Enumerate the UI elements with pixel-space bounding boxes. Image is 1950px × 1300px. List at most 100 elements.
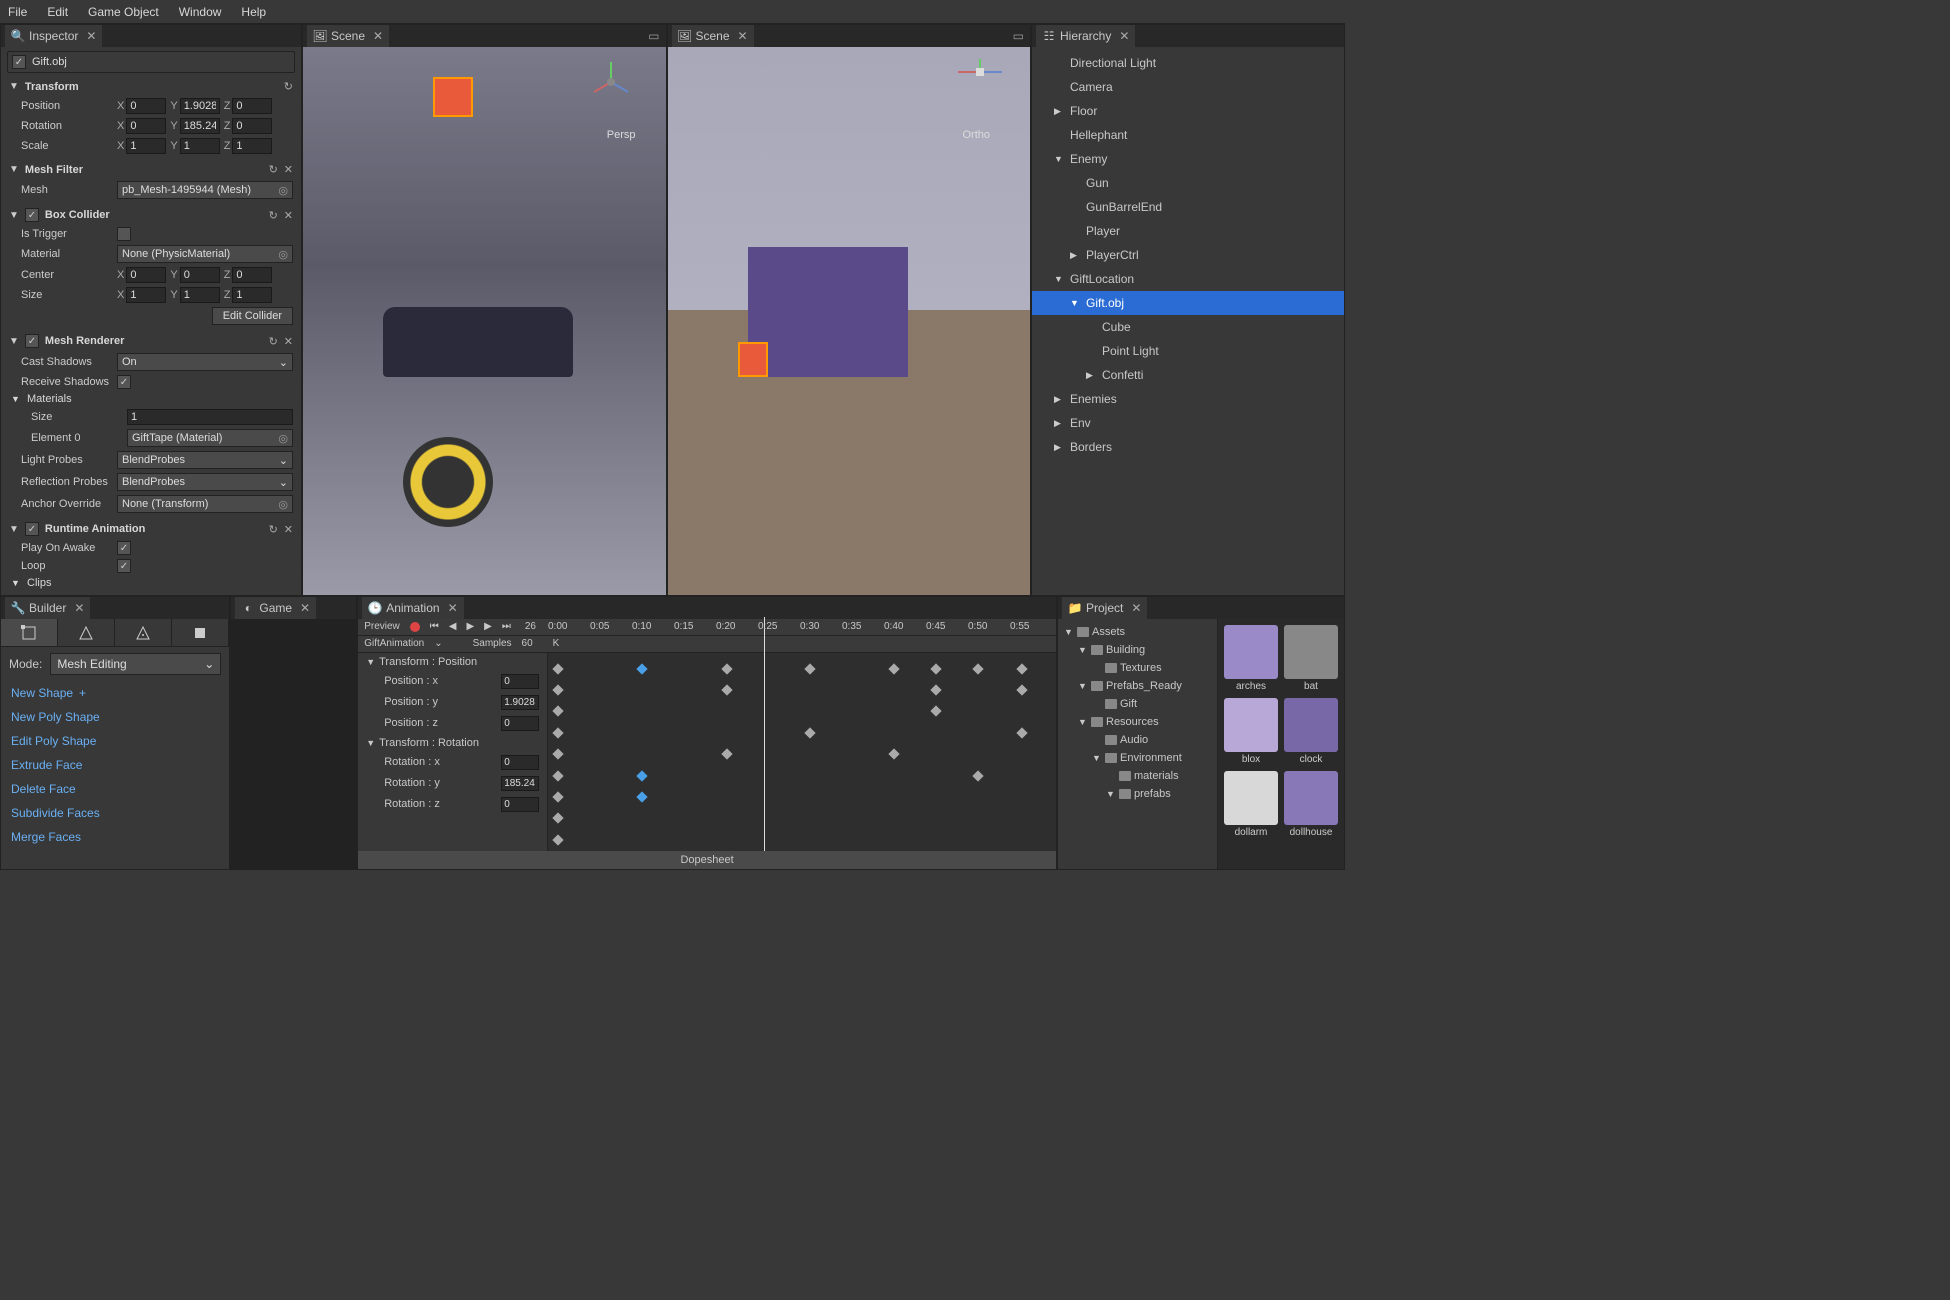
pos-z-track[interactable]: Position : z — [358, 713, 547, 734]
is-trigger-checkbox[interactable] — [117, 227, 131, 241]
skip-start-icon[interactable]: ⏮ — [430, 621, 439, 632]
hierarchy-item[interactable]: ▶Borders — [1032, 435, 1344, 459]
record-button[interactable] — [410, 622, 420, 632]
asset-item[interactable]: arches — [1224, 625, 1278, 692]
close-icon[interactable]: ✕ — [74, 601, 84, 615]
builder-action[interactable]: New Poly Shape — [1, 705, 229, 729]
time-tick[interactable]: 0:45 — [924, 621, 966, 632]
time-tick[interactable]: 0:40 — [882, 621, 924, 632]
hierarchy-item[interactable]: Gun — [1032, 171, 1344, 195]
asset-item[interactable]: blox — [1224, 698, 1278, 765]
face-tool[interactable] — [115, 619, 172, 646]
close-icon[interactable]: ✕ — [448, 601, 458, 615]
box-collider-enabled[interactable]: ✓ — [25, 208, 39, 222]
project-folder[interactable]: materials — [1058, 767, 1217, 785]
cast-shadows-dropdown[interactable]: On⌄ — [117, 353, 293, 371]
chevron-icon[interactable]: ▼ — [1064, 627, 1074, 637]
builder-action[interactable]: Extrude Face — [1, 753, 229, 777]
close-icon[interactable]: ✕ — [300, 601, 310, 615]
chevron-down-icon[interactable]: ▼ — [11, 578, 21, 588]
hierarchy-item[interactable]: ▶Floor — [1032, 99, 1344, 123]
edge-tool[interactable] — [58, 619, 115, 646]
play-icon[interactable]: ▶ — [466, 621, 474, 632]
receive-shadows-checkbox[interactable]: ✓ — [117, 375, 131, 389]
scene-tab[interactable]: 🖼 Scene ✕ — [672, 25, 754, 47]
pos-y[interactable] — [180, 98, 220, 114]
frame-field[interactable]: 26 — [525, 621, 536, 632]
chevron-icon[interactable]: ▼ — [1054, 274, 1066, 284]
pos-y-track[interactable]: Position : y — [358, 692, 547, 713]
close-icon[interactable]: ✕ — [284, 335, 293, 348]
hierarchy-item[interactable]: ▶PlayerCtrl — [1032, 243, 1344, 267]
dock-icon[interactable]: ▭ — [648, 29, 659, 43]
refresh-icon[interactable]: ↻ — [269, 163, 278, 176]
hierarchy-item[interactable]: ▶Enemies — [1032, 387, 1344, 411]
transform-position-track[interactable]: ▼Transform : Position — [358, 653, 547, 671]
asset-item[interactable]: dollhouse — [1284, 771, 1338, 838]
clip-dropdown[interactable]: GiftAnimation — [364, 638, 424, 649]
play-on-awake-checkbox[interactable]: ✓ — [117, 541, 131, 555]
scene-tab[interactable]: 🖼 Scene ✕ — [307, 25, 389, 47]
animation-timeline[interactable] — [548, 653, 1056, 851]
time-tick[interactable]: 0:15 — [672, 621, 714, 632]
chevron-icon[interactable]: ▶ — [1054, 394, 1066, 405]
time-tick[interactable]: 0:25 — [756, 621, 798, 632]
edit-collider-button[interactable]: Edit Collider — [212, 307, 293, 325]
scale-z[interactable] — [232, 138, 272, 154]
hierarchy-item[interactable]: GunBarrelEnd — [1032, 195, 1344, 219]
refresh-icon[interactable]: ↻ — [269, 523, 278, 536]
runtime-animation-header[interactable]: ▼ ✓ Runtime Animation ↻ ✕ — [7, 519, 295, 539]
refresh-icon[interactable]: ↻ — [269, 209, 278, 222]
scene-viewport-persp[interactable]: Persp — [303, 47, 666, 595]
materials-size-field[interactable] — [127, 409, 293, 425]
anchor-override-field[interactable]: None (Transform)◎ — [117, 495, 293, 513]
chevron-icon[interactable]: ▼ — [1078, 717, 1088, 727]
hierarchy-item[interactable]: Player — [1032, 219, 1344, 243]
rot-x[interactable] — [126, 118, 166, 134]
chevron-icon[interactable]: ▼ — [1054, 154, 1066, 164]
light-probes-dropdown[interactable]: BlendProbes⌄ — [117, 451, 293, 469]
scale-y[interactable] — [180, 138, 220, 154]
center-y[interactable] — [180, 267, 220, 283]
close-icon[interactable]: ✕ — [738, 29, 748, 43]
pos-z[interactable] — [232, 98, 272, 114]
prev-key-icon[interactable]: ◀ — [449, 621, 457, 632]
chevron-down-icon[interactable]: ▼ — [11, 394, 21, 404]
rot-x-track[interactable]: Rotation : x — [358, 752, 547, 773]
target-icon[interactable]: ◎ — [278, 184, 288, 197]
close-icon[interactable]: ✕ — [284, 163, 293, 176]
project-tab[interactable]: 📁 Project ✕ — [1062, 597, 1147, 619]
project-folder[interactable]: ▼Resources — [1058, 713, 1217, 731]
target-icon[interactable]: ◎ — [278, 432, 288, 445]
mode-dropdown[interactable]: Mesh Editing⌄ — [50, 653, 221, 675]
dock-icon[interactable]: ▭ — [1013, 29, 1024, 43]
rot-z[interactable] — [232, 118, 272, 134]
game-tab[interactable]: ◐ Game ✕ — [235, 597, 316, 619]
orientation-gizmo[interactable] — [950, 57, 1010, 87]
target-icon[interactable]: ◎ — [278, 248, 288, 261]
builder-action[interactable]: Subdivide Faces — [1, 801, 229, 825]
time-tick[interactable]: 0:05 — [588, 621, 630, 632]
target-icon[interactable]: ◎ — [278, 498, 288, 511]
pos-x-track[interactable]: Position : x — [358, 671, 547, 692]
box-collider-header[interactable]: ▼ ✓ Box Collider ↻ ✕ — [7, 205, 295, 225]
keyframe-button[interactable]: K — [553, 638, 560, 649]
transform-header[interactable]: ▼ Transform ↻ — [7, 77, 295, 96]
samples-value[interactable]: 60 — [522, 638, 533, 649]
reflection-probes-dropdown[interactable]: BlendProbes⌄ — [117, 473, 293, 491]
close-icon[interactable]: ✕ — [86, 29, 96, 43]
menu-edit[interactable]: Edit — [47, 5, 68, 19]
refresh-icon[interactable]: ↻ — [269, 335, 278, 348]
builder-action[interactable]: Merge Faces — [1, 825, 229, 849]
close-icon[interactable]: ✕ — [373, 29, 383, 43]
hierarchy-tab[interactable]: ☷ Hierarchy ✕ — [1036, 25, 1135, 47]
chevron-icon[interactable]: ▶ — [1054, 442, 1066, 453]
close-icon[interactable]: ✕ — [1119, 29, 1129, 43]
hierarchy-item[interactable]: ▼Gift.obj — [1032, 291, 1344, 315]
hierarchy-item[interactable]: Point Light — [1032, 339, 1344, 363]
asset-item[interactable]: bat — [1284, 625, 1338, 692]
time-tick[interactable]: 0:50 — [966, 621, 1008, 632]
menu-game-object[interactable]: Game Object — [88, 5, 159, 19]
hierarchy-item[interactable]: Hellephant — [1032, 123, 1344, 147]
animation-tab[interactable]: 🕒 Animation ✕ — [362, 597, 463, 619]
